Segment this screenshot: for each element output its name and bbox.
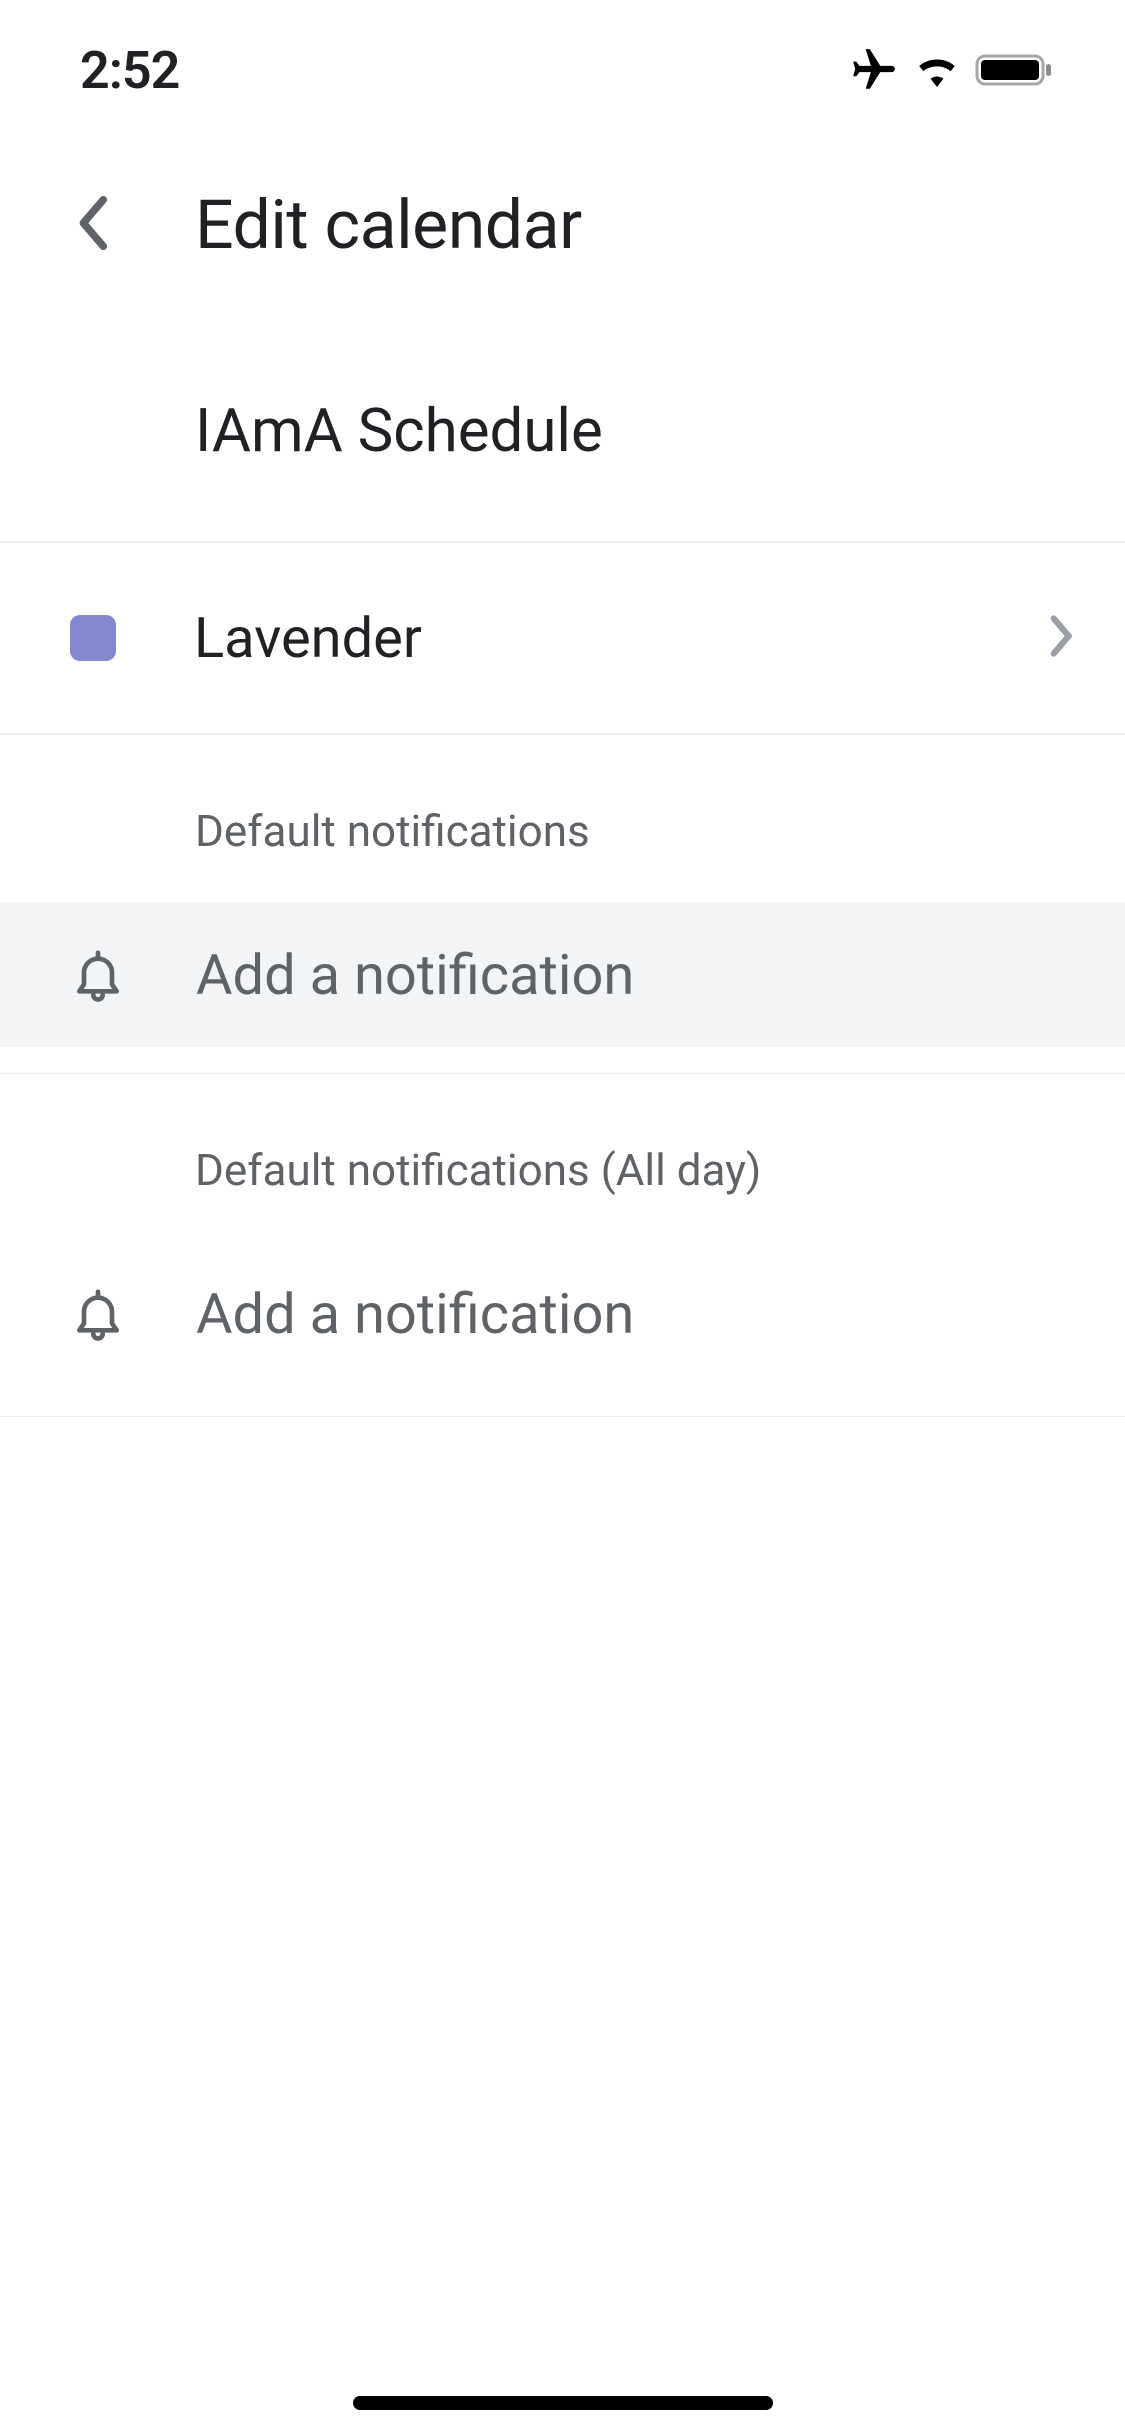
calendar-name: IAmA Schedule (195, 395, 1085, 466)
airplane-mode-icon (849, 45, 899, 95)
add-notification-label: Add a notification (196, 942, 634, 1008)
bell-icon (68, 1284, 128, 1344)
status-time: 2:52 (80, 40, 179, 101)
header: Edit calendar (0, 140, 1125, 325)
add-notification-all-day-button[interactable]: Add a notification (0, 1241, 1125, 1386)
color-swatch-icon (70, 615, 116, 661)
add-notification-label: Add a notification (196, 1281, 634, 1347)
chevron-right-icon (1045, 612, 1075, 664)
status-icons (849, 45, 1055, 95)
bell-icon (68, 945, 128, 1005)
chevron-left-icon (75, 193, 115, 257)
calendar-name-row: IAmA Schedule (0, 325, 1125, 541)
color-label: Lavender (194, 605, 1045, 671)
section-header-label: Default notifications (All day) (195, 1144, 1085, 1196)
calendar-color-row[interactable]: Lavender (0, 543, 1125, 733)
section-header-default-notifications-all-day: Default notifications (All day) (0, 1074, 1125, 1241)
section-header-label: Default notifications (195, 805, 1085, 857)
status-bar: 2:52 (0, 0, 1125, 140)
page-title: Edit calendar (195, 185, 582, 265)
section-header-default-notifications: Default notifications (0, 735, 1125, 902)
battery-icon (975, 50, 1055, 90)
wifi-icon (913, 50, 961, 90)
add-notification-button[interactable]: Add a notification (0, 902, 1125, 1047)
home-indicator[interactable] (353, 2396, 773, 2410)
divider (0, 1416, 1125, 1417)
back-button[interactable] (55, 185, 135, 265)
